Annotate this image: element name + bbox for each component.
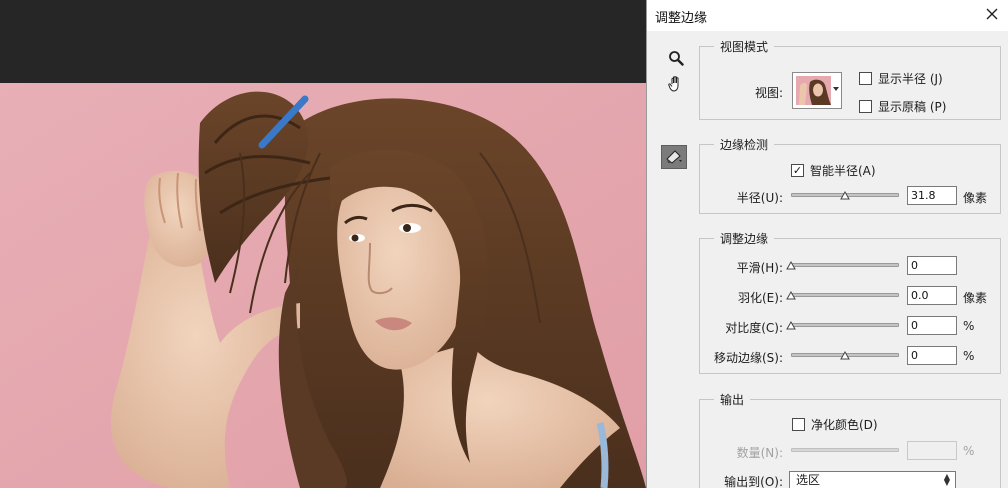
show-radius-option[interactable]: 显示半径 (J): [859, 70, 943, 87]
slider-thumb[interactable]: [786, 260, 796, 270]
smooth-input[interactable]: 0: [907, 256, 957, 275]
view-mode-group-title: 视图模式: [714, 38, 775, 55]
dialog-title: 调整边缘: [655, 11, 708, 26]
show-radius-checkbox[interactable]: [859, 72, 872, 85]
view-mode-picker[interactable]: [792, 72, 842, 109]
slider-track: [791, 448, 899, 452]
smart-radius-option[interactable]: ✓ 智能半径(A): [791, 162, 876, 179]
hand-tool-button[interactable]: [665, 74, 687, 96]
decontaminate-checkbox[interactable]: [792, 418, 805, 431]
output-to-value: 选区: [796, 473, 821, 487]
amount-input: [907, 441, 957, 460]
radius-input[interactable]: 31.8: [907, 186, 957, 205]
feather-unit: 像素: [963, 291, 988, 305]
decontaminate-option[interactable]: 净化颜色(D): [792, 416, 878, 433]
slider-thumb[interactable]: [840, 350, 850, 360]
checkmark-icon: ✓: [792, 164, 803, 177]
output-to-select[interactable]: 选区 ▲ ▼: [789, 471, 956, 488]
adjust-edge-group-title: 调整边缘: [714, 230, 775, 247]
view-label: 视图:: [754, 86, 783, 100]
document-canvas: [0, 0, 646, 488]
shift-edge-slider[interactable]: [791, 350, 899, 360]
shift-edge-input[interactable]: 0: [907, 346, 957, 365]
smooth-slider[interactable]: [786, 260, 899, 270]
output-group-title: 输出: [714, 391, 751, 408]
hand-icon: [667, 75, 685, 96]
output-to-label: 输出到(O):: [724, 475, 783, 488]
close-icon: [986, 8, 998, 23]
shift-edge-unit: %: [963, 349, 975, 363]
amount-slider: [791, 445, 899, 455]
refine-edge-dialog: 调整边缘 视图模式 视图: 显示半径 (J) 显示原稿 (P) 边缘检测 ✓ 智…: [646, 0, 1008, 488]
smooth-label: 平滑(H):: [736, 261, 783, 275]
chevron-down-icon: [833, 87, 839, 91]
smart-radius-label: 智能半径(A): [810, 164, 876, 178]
edge-detection-group-title: 边缘检测: [714, 136, 775, 153]
slider-track: [791, 293, 899, 297]
close-button[interactable]: [981, 4, 1003, 26]
show-original-label: 显示原稿 (P): [878, 100, 947, 114]
slider-thumb[interactable]: [786, 320, 796, 330]
show-radius-label: 显示半径 (J): [878, 72, 943, 86]
feather-input[interactable]: 0.0: [907, 286, 957, 305]
zoom-icon: [668, 50, 684, 69]
contrast-label: 对比度(C):: [725, 321, 783, 335]
decontaminate-label: 净化颜色(D): [811, 418, 878, 432]
select-arrows-icon: ▲ ▼: [943, 472, 950, 487]
smart-radius-checkbox[interactable]: ✓: [791, 164, 804, 177]
radius-slider[interactable]: [791, 190, 899, 200]
amount-unit: %: [963, 444, 975, 458]
shift-edge-label: 移动边缘(S):: [713, 351, 783, 365]
show-original-checkbox[interactable]: [859, 100, 872, 113]
refine-radius-brush-icon: [664, 148, 684, 167]
contrast-slider[interactable]: [786, 320, 899, 330]
portrait-photo[interactable]: [0, 83, 646, 488]
view-mode-group: 视图模式: [699, 38, 1001, 120]
radius-label: 半径(U):: [736, 191, 783, 205]
slider-track: [791, 323, 899, 327]
slider-thumb[interactable]: [840, 190, 850, 200]
feather-slider[interactable]: [786, 290, 899, 300]
refine-radius-tool-button[interactable]: [661, 145, 687, 169]
amount-label: 数量(N):: [736, 446, 783, 460]
slider-thumb[interactable]: [786, 290, 796, 300]
contrast-input[interactable]: 0: [907, 316, 957, 335]
contrast-unit: %: [963, 319, 975, 333]
slider-track: [791, 263, 899, 267]
radius-unit: 像素: [963, 191, 988, 205]
feather-label: 羽化(E):: [738, 291, 783, 305]
dialog-titlebar[interactable]: 调整边缘: [647, 0, 1008, 31]
zoom-tool-button[interactable]: [665, 48, 687, 70]
view-preview-thumbnail: [796, 76, 831, 105]
show-original-option[interactable]: 显示原稿 (P): [859, 98, 946, 115]
